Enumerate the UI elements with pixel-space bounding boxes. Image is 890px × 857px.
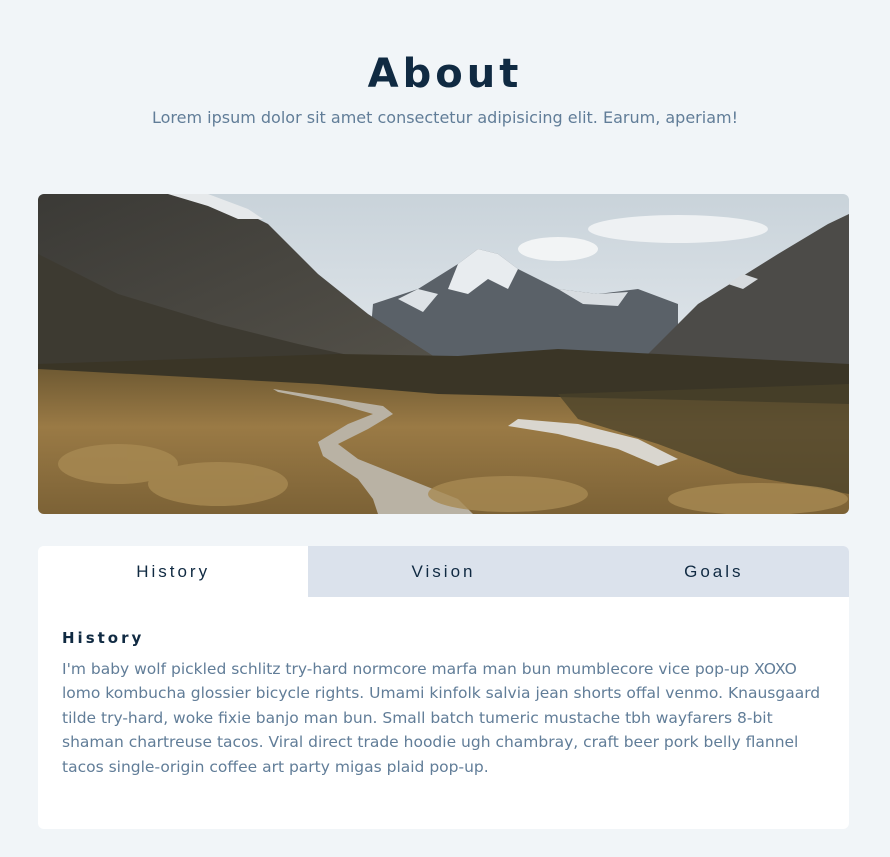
content-title: History (62, 629, 145, 647)
page-subtitle: Lorem ipsum dolor sit amet consectetur a… (151, 108, 738, 127)
tab-card: History Vision Goals History I'm baby wo… (38, 546, 849, 829)
tab-goals[interactable]: Goals (578, 546, 849, 597)
tab-history[interactable]: History (38, 546, 309, 597)
page-header: About Lorem ipsum dolor sit amet consect… (0, 48, 890, 130)
about-page: About Lorem ipsum dolor sit amet consect… (0, 0, 890, 857)
tab-content: History I'm baby wolf pickled schlitz tr… (38, 597, 849, 779)
content-text: I'm baby wolf pickled schlitz try-hard n… (62, 660, 821, 776)
mountain-landscape-photo (38, 194, 849, 514)
page-title: About (367, 51, 523, 97)
hero-image (38, 194, 849, 514)
tab-bar: History Vision Goals (38, 546, 849, 597)
tab-vision[interactable]: Vision (308, 546, 579, 597)
